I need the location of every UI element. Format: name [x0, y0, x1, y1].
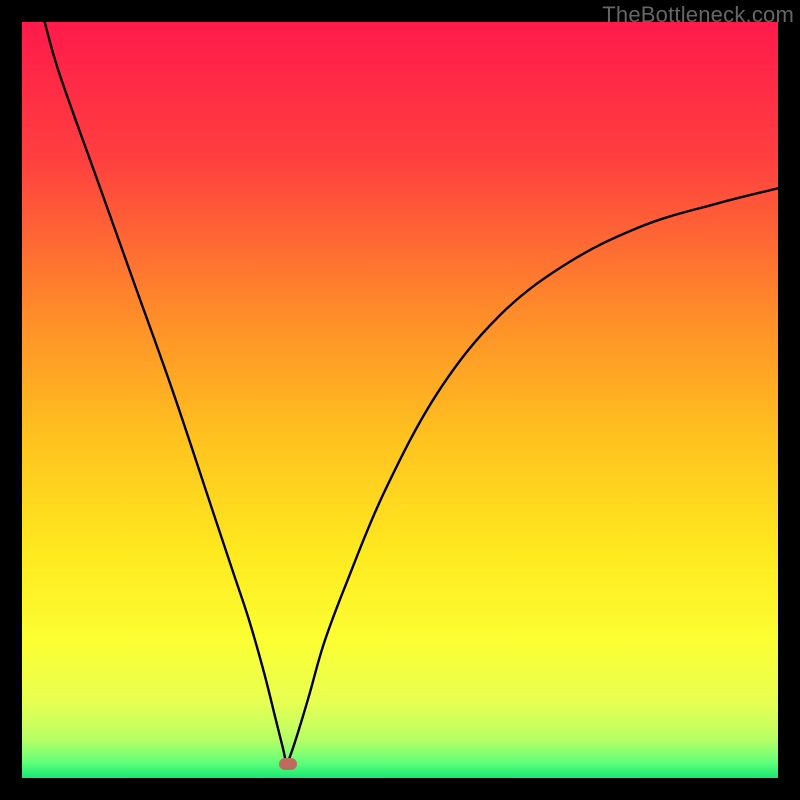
- bottleneck-curve: [22, 22, 778, 778]
- plot-area: [22, 22, 778, 778]
- optimal-point-marker: [279, 758, 297, 770]
- chart-frame: TheBottleneck.com: [0, 0, 800, 800]
- watermark-text: TheBottleneck.com: [602, 2, 794, 28]
